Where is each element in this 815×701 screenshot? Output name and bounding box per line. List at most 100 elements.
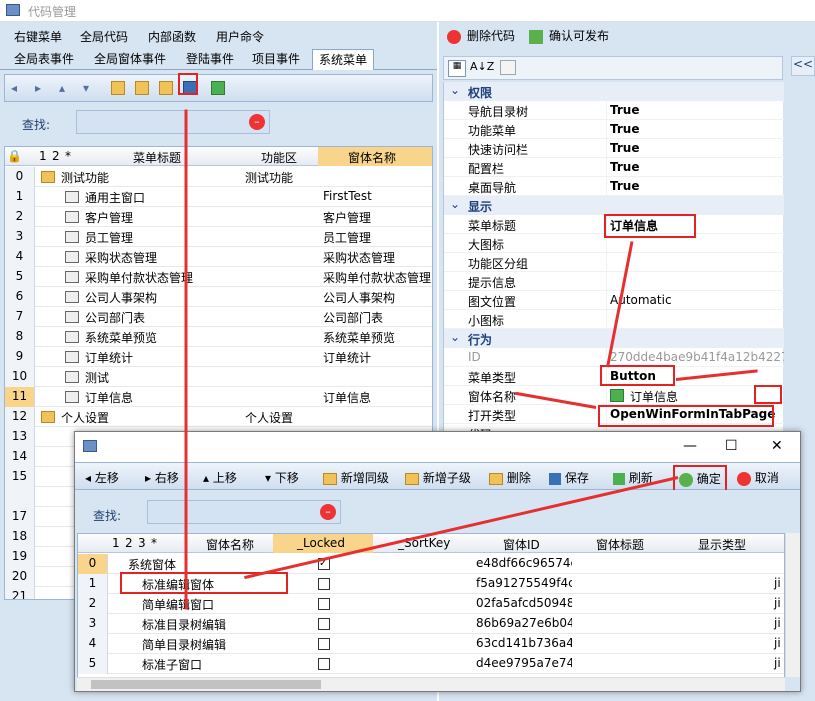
move-left-button[interactable]: ◂ 左移 [85, 469, 119, 486]
property-row[interactable]: 桌面导航 True [444, 177, 784, 196]
header-star[interactable]: * [65, 149, 71, 163]
locked-checkbox[interactable] [318, 618, 330, 630]
move-up-button[interactable]: ▴ 上移 [203, 469, 237, 486]
table-row[interactable]: 12 个人设置 个人设置 [5, 407, 432, 427]
table-row[interactable]: 11 订单信息 订单信息 [5, 387, 432, 407]
tab-system-menu[interactable]: 系统菜单 [312, 49, 375, 70]
close-icon[interactable]: ✕ [771, 438, 783, 454]
add-child-icon[interactable] [135, 81, 149, 95]
dlg-header-level-2[interactable]: 2 [125, 536, 133, 550]
table-row[interactable]: 0 测试功能 测试功能 [5, 167, 432, 187]
chevron-down-icon[interactable]: ⌄ [450, 83, 460, 97]
tab-global-table-events[interactable]: 全局表事件 [8, 49, 80, 70]
property-row[interactable]: 功能菜单 True [444, 120, 784, 139]
table-row[interactable]: 5 标准子窗口 d4ee9795a7e74l ji [78, 654, 784, 674]
category-display[interactable]: 显示 ⌄ [444, 196, 784, 215]
locked-checkbox[interactable] [318, 598, 330, 610]
save-button[interactable]: 保存 [549, 469, 589, 486]
move-right-icon[interactable]: ▸ [35, 81, 49, 95]
property-value[interactable]: True [610, 160, 784, 174]
tab-project-events[interactable]: 项目事件 [246, 49, 306, 70]
locked-checkbox[interactable] [318, 578, 330, 590]
delete-code-button[interactable]: 删除代码 [447, 27, 515, 44]
minimize-icon[interactable]: — [683, 438, 697, 454]
property-row[interactable]: 快速访问栏 True [444, 139, 784, 158]
locked-checkbox[interactable] [318, 658, 330, 670]
property-row[interactable]: 提示信息 [444, 272, 784, 291]
move-up-icon[interactable]: ▴ [59, 81, 73, 95]
delete-button[interactable]: 删除 [489, 469, 531, 486]
tab-login-events[interactable]: 登陆事件 [180, 49, 240, 70]
header-function-area[interactable]: 功能区 [261, 149, 297, 166]
menu-item-right-click[interactable]: 右键菜单 [14, 28, 62, 45]
tab-global-form-events[interactable]: 全局窗体事件 [88, 49, 172, 70]
dlg-header-display-type[interactable]: 显示类型 [698, 536, 746, 553]
cancel-button[interactable]: 取消 [737, 469, 779, 486]
category-permissions[interactable]: 权限 ⌄ [444, 82, 784, 101]
menu-item-global-code[interactable]: 全局代码 [80, 28, 128, 45]
table-row[interactable]: 9 订单统计 订单统计 [5, 347, 432, 367]
search-input[interactable]: – [76, 110, 270, 134]
header-form-name[interactable]: 窗体名称 [318, 147, 432, 166]
collapse-button[interactable]: << [791, 56, 815, 76]
maximize-icon[interactable]: ☐ [725, 438, 738, 454]
add-child-button[interactable]: 新增子级 [405, 469, 471, 486]
chevron-down-icon[interactable]: ⌄ [450, 330, 460, 344]
table-row[interactable]: 8 系统菜单预览 系统菜单预览 [5, 327, 432, 347]
sort-az-icon[interactable]: A↓Z [470, 60, 494, 73]
dlg-header-form-title[interactable]: 窗体标题 [596, 536, 644, 553]
dlg-header-level-1[interactable]: 1 [112, 536, 120, 550]
property-row[interactable]: 导航目录树 True [444, 101, 784, 120]
clear-search-icon[interactable]: – [249, 114, 265, 130]
chevron-down-icon[interactable]: ⌄ [450, 197, 460, 211]
add-sibling-icon[interactable] [111, 81, 125, 95]
ok-button[interactable]: 确定 [673, 465, 727, 492]
header-level-2[interactable]: 2 [52, 149, 60, 163]
property-row[interactable]: 功能区分组 [444, 253, 784, 272]
move-left-icon[interactable]: ◂ [11, 81, 25, 95]
confirm-publish-button[interactable]: 确认可发布 [529, 27, 609, 44]
menu-item-user-cmd[interactable]: 用户命令 [216, 28, 264, 45]
header-level-1[interactable]: 1 [39, 149, 47, 163]
delete-node-icon[interactable] [159, 81, 173, 95]
dlg-header-level-3[interactable]: 3 [138, 536, 146, 550]
property-pages-icon[interactable] [500, 60, 516, 75]
property-value[interactable]: Automatic [610, 293, 784, 307]
dlg-header-form-id[interactable]: 窗体ID [503, 536, 540, 553]
dialog-clear-search-icon[interactable]: – [320, 504, 336, 520]
table-row[interactable]: 4 简单目录树编辑 63cd141b736a4 ji [78, 634, 784, 654]
property-value[interactable]: True [610, 179, 784, 193]
table-row[interactable]: 1 通用主窗口 FirstTest [5, 187, 432, 207]
property-row[interactable]: 窗体名称 订单信息 [444, 386, 784, 405]
property-value[interactable]: True [610, 122, 784, 136]
dialog-horizontal-scrollbar[interactable] [77, 677, 785, 691]
property-value[interactable]: True [610, 103, 784, 117]
dlg-header-form-name[interactable]: 窗体名称 [206, 536, 254, 553]
dialog-search-input[interactable]: – [147, 500, 341, 524]
property-value[interactable]: True [610, 141, 784, 155]
dialog-vertical-scrollbar[interactable] [785, 533, 800, 677]
table-row[interactable]: 2 客户管理 客户管理 [5, 207, 432, 227]
move-down-icon[interactable]: ▾ [83, 81, 97, 95]
categorized-icon[interactable]: ▦ [448, 60, 466, 77]
property-value[interactable]: 270dde4bae9b41f4a12b42274 [610, 350, 784, 364]
table-row[interactable]: 3 员工管理 员工管理 [5, 227, 432, 247]
row-number: 9 [5, 347, 35, 367]
move-right-button[interactable]: ▸ 右移 [145, 469, 179, 486]
table-row[interactable]: 5 采购单付款状态管理 采购单付款状态管理 [5, 267, 432, 287]
horizontal-scroll-thumb[interactable] [91, 680, 321, 689]
add-sibling-button[interactable]: 新增同级 [323, 469, 389, 486]
move-down-button[interactable]: ▾ 下移 [265, 469, 299, 486]
table-row[interactable]: 6 公司人事架构 公司人事架构 [5, 287, 432, 307]
table-row[interactable]: 7 公司部门表 公司部门表 [5, 307, 432, 327]
property-row[interactable]: 配置栏 True [444, 158, 784, 177]
locked-checkbox[interactable] [318, 638, 330, 650]
table-row[interactable]: 4 采购状态管理 采购状态管理 [5, 247, 432, 267]
dlg-header-star[interactable]: * [151, 536, 157, 550]
table-row[interactable]: 10 测试 [5, 367, 432, 387]
header-menu-title[interactable]: 菜单标题 [133, 149, 181, 166]
menu-item-internal-func[interactable]: 内部函数 [148, 28, 196, 45]
property-row[interactable]: 图文位置 Automatic [444, 291, 784, 310]
refresh-icon[interactable] [211, 81, 225, 95]
table-row[interactable]: 3 标准目录树编辑 86b69a27e6b04 ji [78, 614, 784, 634]
